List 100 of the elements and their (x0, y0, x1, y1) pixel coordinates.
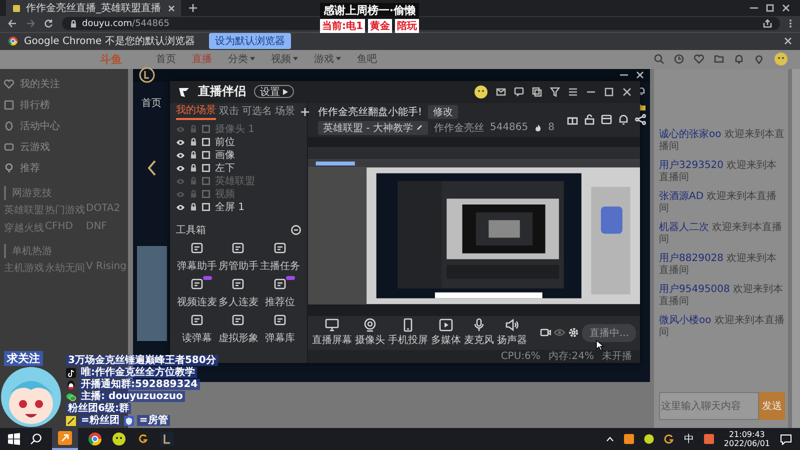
client-nav-tab[interactable]: 首页 (142, 96, 162, 110)
nav-link[interactable]: 视频 (271, 52, 298, 66)
source-item[interactable]: 画像 (176, 148, 301, 162)
chat-input-field[interactable]: 这里输入聊天内容 (659, 392, 759, 420)
source-item[interactable]: 前位 (176, 136, 301, 149)
more-icon[interactable] (291, 224, 301, 235)
category-button[interactable]: 英雄联盟 - 大神教学 (318, 120, 428, 135)
source-item[interactable]: 全屏 1 (176, 200, 301, 214)
edit-button[interactable]: 修改 (428, 104, 458, 119)
g-app-icon[interactable] (136, 432, 150, 446)
source-item[interactable]: 左下 (176, 162, 301, 175)
tray-app-icon[interactable] (624, 434, 634, 444)
close-icon[interactable] (784, 37, 792, 46)
chevron-left-icon[interactable] (146, 160, 156, 176)
filter-icon[interactable] (550, 86, 560, 97)
game-launcher-icon[interactable] (160, 432, 174, 446)
chrome-icon[interactable] (88, 432, 102, 446)
default-browser-button[interactable]: 设为默认浏览器 (208, 33, 291, 50)
scene-tab[interactable]: 我的场景 (176, 103, 216, 120)
live-button[interactable]: 直播中... (582, 324, 636, 342)
settings-icon[interactable] (568, 327, 580, 338)
heart-icon[interactable] (694, 54, 704, 64)
pin-icon[interactable] (754, 54, 764, 64)
source-button[interactable]: 摄像头 (355, 318, 385, 348)
scene-tab[interactable]: 场景 (275, 104, 295, 120)
tray-box-icon[interactable] (704, 434, 714, 444)
eye-icon[interactable] (176, 138, 185, 146)
chevron-up-icon[interactable] (606, 436, 614, 442)
url-text: douyu.com/544865 (82, 18, 170, 29)
notification-icon[interactable] (780, 434, 792, 444)
tool-button[interactable]: 弹幕库 (259, 314, 301, 345)
search-icon[interactable] (30, 433, 42, 445)
add-icon[interactable] (301, 108, 309, 116)
tool-button[interactable]: 多人连麦 (218, 278, 260, 309)
tool-button[interactable]: 推荐位 (259, 278, 301, 309)
tool-button[interactable]: 视频连麦 (176, 278, 218, 309)
maximize-icon[interactable] (766, 4, 774, 12)
input-method-indicator[interactable]: 中 (684, 432, 694, 446)
source-button[interactable]: 直播屏幕 (312, 318, 352, 348)
menu-icon[interactable] (789, 19, 792, 28)
close-icon[interactable] (636, 71, 644, 80)
box-icon[interactable] (600, 114, 612, 126)
lock-icon[interactable] (190, 164, 197, 172)
source-button[interactable]: 手机投屏 (388, 318, 428, 348)
scene-tab[interactable]: 可选名 (242, 104, 272, 120)
tool-button[interactable]: 虚拟形象 (218, 314, 260, 345)
avatar-icon[interactable] (474, 84, 488, 99)
nav-link[interactable]: 鱼吧 (357, 52, 377, 66)
chat-message: 用户95495008 欢迎来到本直播间 (659, 284, 784, 308)
source-button[interactable]: 多媒体 (431, 318, 461, 348)
maximize-icon[interactable] (604, 86, 614, 97)
nav-link[interactable]: 游戏 (314, 52, 341, 66)
lock-icon[interactable] (190, 151, 197, 160)
lock-icon[interactable] (190, 203, 197, 212)
sidebar-item[interactable]: 活动中心 (4, 116, 128, 135)
sidebar-item[interactable]: 云游戏 (4, 138, 128, 156)
settings-pill[interactable]: 设置 (254, 85, 294, 98)
record-icon[interactable] (540, 327, 552, 338)
chat-icon[interactable] (514, 86, 524, 97)
sidebar-item[interactable]: 排行榜 (4, 96, 128, 114)
overlay-text: 粉丝团6级:群 (66, 403, 131, 414)
banner-tag: 陪玩 (394, 19, 419, 33)
lock-icon[interactable] (190, 138, 197, 146)
browser-tab[interactable]: 作作金亮丝直播_英雄联盟直播 (6, 0, 181, 16)
tray-face-icon[interactable] (644, 434, 654, 444)
popularity-count: 8 (548, 122, 555, 134)
app-icon[interactable] (58, 431, 72, 445)
back-icon[interactable] (8, 19, 17, 28)
tool-button[interactable]: 主播任务 (259, 242, 301, 273)
close-icon[interactable] (622, 86, 632, 97)
mail-icon[interactable] (496, 86, 506, 97)
close-icon[interactable] (782, 4, 790, 12)
menu-icon[interactable] (568, 86, 578, 97)
send-button[interactable]: 发送 (759, 392, 785, 420)
eye-icon[interactable] (176, 164, 185, 172)
unlock-icon[interactable] (584, 114, 595, 126)
scrollbar[interactable] (792, 68, 800, 428)
square-icon (4, 100, 14, 110)
source-button[interactable]: 麦克风 (464, 318, 494, 348)
sidebar-item[interactable]: 我的关注 (4, 74, 128, 93)
eye-icon[interactable] (176, 204, 185, 211)
new-tab-icon[interactable] (189, 4, 197, 12)
source-button[interactable]: 扬声器 (497, 318, 527, 348)
eye-icon[interactable] (176, 152, 185, 159)
reload-icon[interactable] (44, 19, 53, 28)
share-icon[interactable] (763, 19, 772, 28)
tool-button[interactable]: 弹幕助手 (176, 242, 218, 273)
windows-start-icon[interactable] (8, 433, 20, 445)
copy-icon[interactable] (532, 86, 542, 97)
chat-message: 机器人二次 欢迎来到本直播间 (659, 222, 784, 246)
tray-g-icon[interactable] (664, 434, 674, 444)
scene-tab[interactable]: 双击 (219, 104, 239, 120)
clock-icon[interactable] (674, 54, 684, 64)
tool-button[interactable]: 房管助手 (218, 242, 260, 273)
share-icon[interactable] (634, 114, 646, 126)
nav-link[interactable]: 分类 (228, 52, 255, 66)
smiley-icon[interactable] (112, 432, 126, 446)
nav-link[interactable]: 首页 (156, 52, 176, 66)
tool-button[interactable]: 读弹幕 (176, 314, 218, 345)
close-icon[interactable] (168, 4, 175, 12)
